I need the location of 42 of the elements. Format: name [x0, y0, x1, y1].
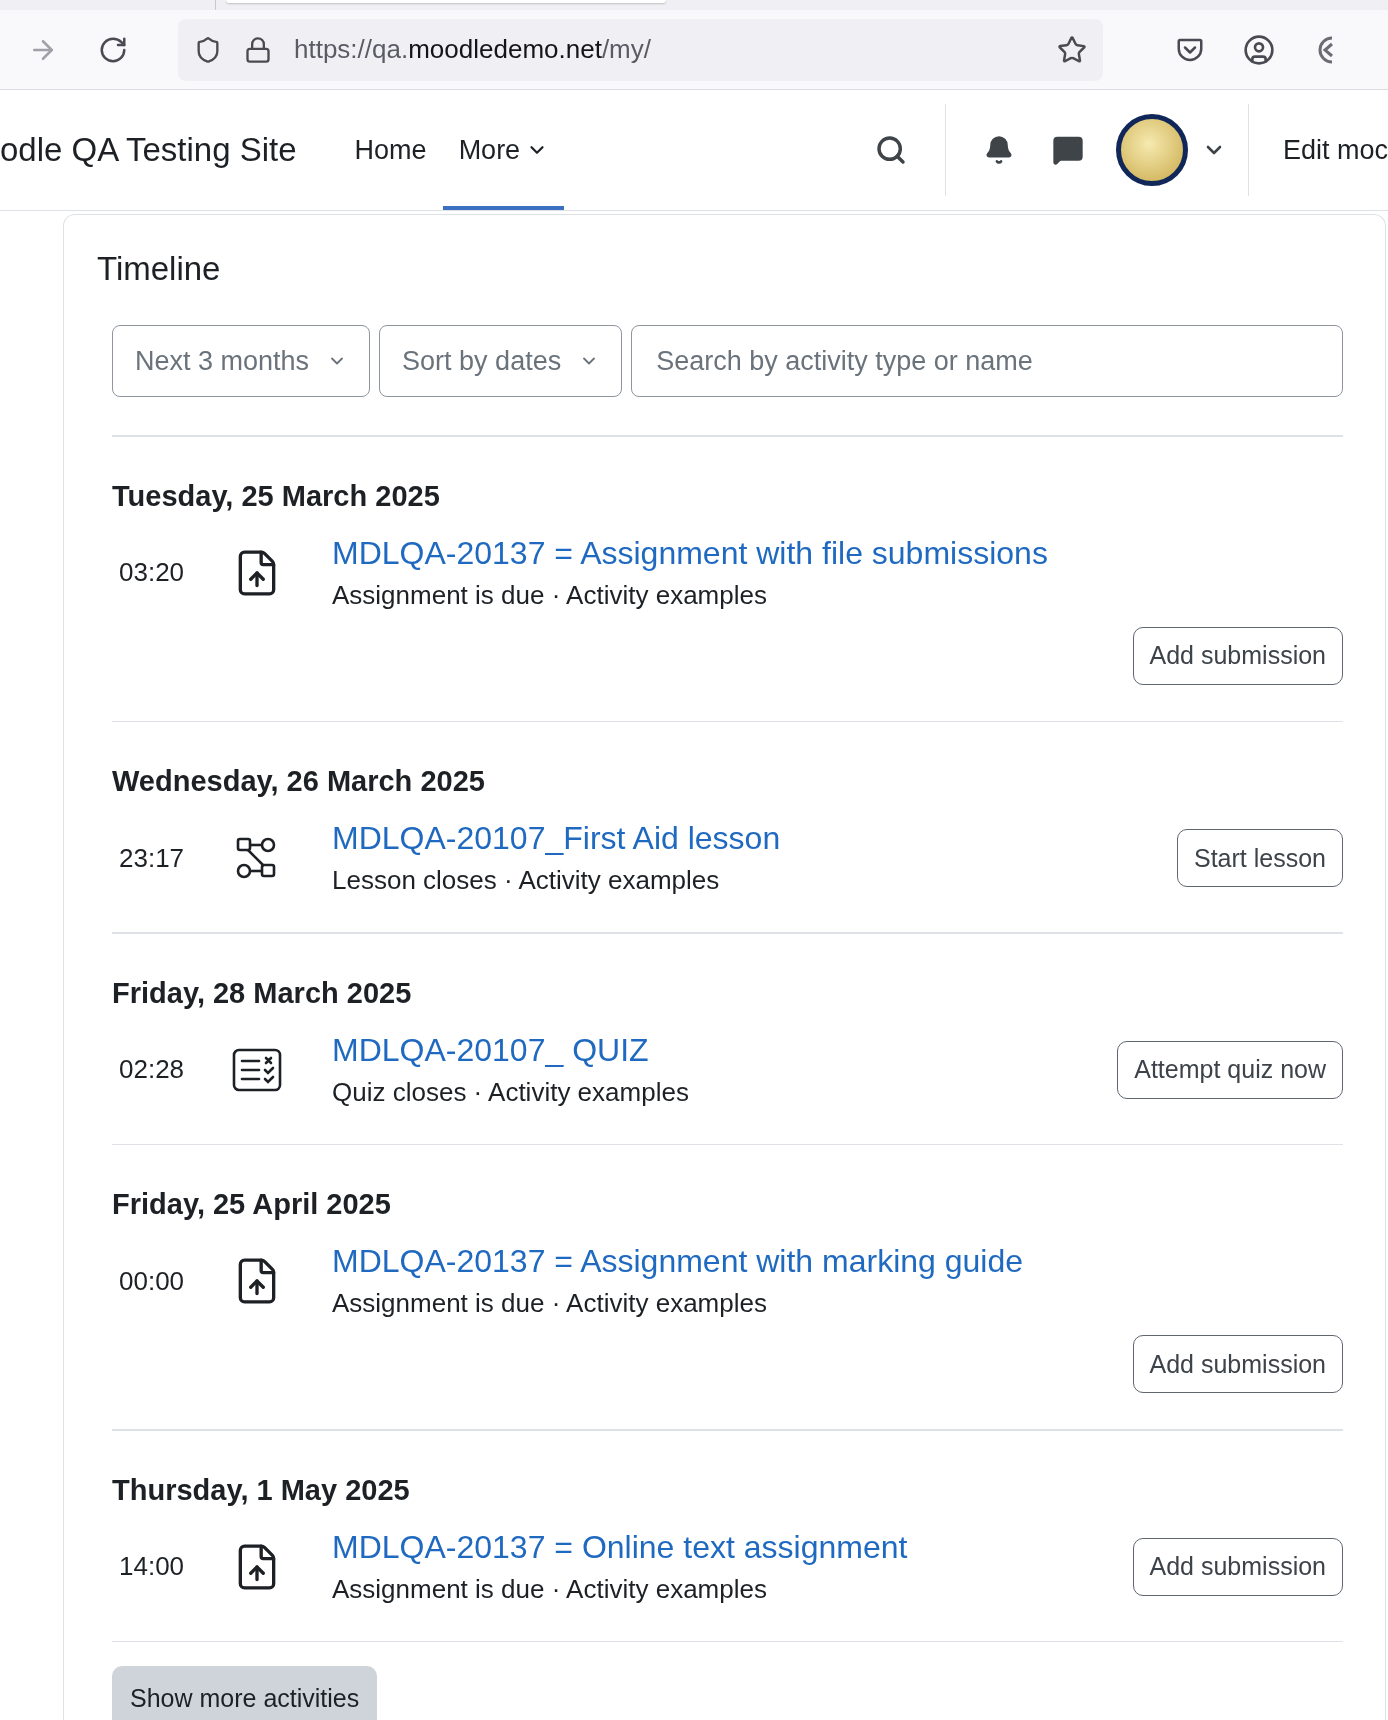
chat-icon[interactable]: [1051, 134, 1084, 166]
event-time: 14:00: [118, 1551, 186, 1582]
address-bar[interactable]: https://qa.moodledemo.net/my/: [178, 18, 1103, 81]
activity-link[interactable]: MDLQA-20107_First Aid lesson: [332, 820, 781, 857]
action-button[interactable]: Attempt quiz now: [1117, 1040, 1343, 1099]
site-name[interactable]: odle QA Testing Site: [0, 131, 297, 169]
event-description: Quiz closes · Activity examples: [332, 1076, 689, 1108]
nav-link[interactable]: More: [442, 90, 565, 210]
event-description: Assignment is due · Activity examples: [332, 1573, 768, 1605]
action-button[interactable]: Add submission: [1132, 626, 1343, 685]
date-heading: Friday, 28 March 2025: [112, 975, 413, 1010]
action-button[interactable]: Add submission: [1132, 1335, 1343, 1393]
event-time: 23:17: [118, 842, 186, 874]
search-field[interactable]: Search by activity type or name: [631, 325, 1343, 397]
lock-icon: [244, 35, 272, 64]
event-time: 03:20: [118, 557, 186, 588]
activity-link[interactable]: MDLQA-20137 = Online text assignment: [332, 1528, 908, 1566]
filter-dropdown[interactable]: Next 3 months: [112, 325, 371, 397]
action-button[interactable]: Add submission: [1132, 1537, 1343, 1596]
event-time: 02:28: [118, 1054, 186, 1085]
event-description: Assignment is due · Activity examples: [332, 1288, 768, 1319]
event-description: Assignment is due · Activity examples: [332, 579, 768, 611]
filter-dropdown[interactable]: Sort by dates: [379, 325, 623, 397]
edit-mode-label[interactable]: Edit moc: [1282, 134, 1388, 166]
search-icon[interactable]: [874, 134, 907, 166]
block-title: Timeline: [97, 249, 222, 289]
url-text: https://qa.moodledemo.net/my/: [294, 34, 652, 65]
show-more-button[interactable]: Show more activities: [112, 1666, 378, 1720]
nav-link[interactable]: Home: [338, 90, 443, 210]
activity-link[interactable]: MDLQA-20107_ QUIZ: [332, 1031, 689, 1069]
date-heading: Wednesday, 26 March 2025: [112, 764, 486, 798]
bookmark-star-icon[interactable]: [1057, 34, 1087, 65]
activity-link[interactable]: MDLQA-20137 = Assignment with file submissions: [332, 534, 1048, 572]
action-button[interactable]: Start lesson: [1177, 829, 1343, 887]
date-heading: Friday, 25 April 2025: [112, 1187, 392, 1221]
activity-link[interactable]: MDLQA-20137 = Assignment with marking guide: [332, 1243, 1023, 1280]
date-heading: Tuesday, 25 March 2025: [112, 478, 441, 513]
account-icon[interactable]: [1243, 33, 1275, 66]
event-time: 00:00: [118, 1265, 186, 1297]
date-heading: Thursday, 1 May 2025: [112, 1472, 411, 1507]
checklist-icon: [232, 1047, 282, 1092]
event-description: Lesson closes · Activity examples: [332, 865, 721, 896]
